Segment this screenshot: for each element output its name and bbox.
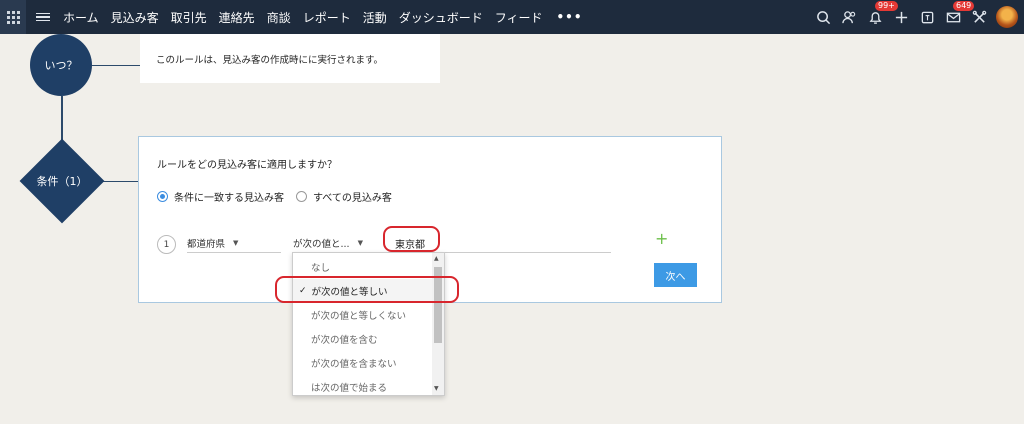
dropdown-option[interactable]: は次の値で始まる: [293, 375, 433, 395]
radio-all-leads-label[interactable]: すべての見込み客: [313, 189, 392, 204]
dropdown-option-label: は次の値で始まる: [311, 383, 388, 394]
radio-all-leads[interactable]: [296, 191, 307, 202]
users-button[interactable]: [836, 0, 862, 34]
operator-select-value: が次の値と...: [293, 239, 350, 250]
condition-number: 1: [157, 235, 176, 254]
app-launcher-button[interactable]: [0, 0, 26, 34]
top-navigation: ホーム 見込み客 取引先 連絡先 商談 レポート 活動 ダッシュボード フィード…: [0, 0, 1024, 34]
dropdown-option-label: が次の値と等しくない: [311, 311, 407, 322]
nav-item-feeds[interactable]: フィード: [495, 9, 543, 26]
highlight-value-field: [383, 226, 440, 252]
scroll-down-icon[interactable]: ▼: [434, 385, 439, 392]
flow-connector-vertical: [61, 96, 63, 142]
menu-icon[interactable]: [36, 12, 50, 22]
caret-down-icon: ▼: [233, 239, 239, 247]
nav-more-button[interactable]: •••: [557, 10, 583, 24]
trigger-info-card: このルールは、見込み客の作成時にに実行されます。: [140, 34, 440, 83]
add-condition-button[interactable]: +: [655, 231, 668, 247]
condition-node[interactable]: 条件（1）: [19, 138, 105, 224]
next-button[interactable]: 次へ: [654, 263, 697, 287]
nav-item-accounts[interactable]: 取引先: [171, 9, 207, 26]
nav-item-deals[interactable]: 商談: [267, 9, 291, 26]
setup-button[interactable]: [966, 0, 992, 34]
grid-icon: [6, 10, 20, 24]
nav-item-home[interactable]: ホーム: [63, 9, 99, 26]
caret-down-icon: ▼: [357, 239, 363, 247]
calendar-button[interactable]: [914, 0, 940, 34]
notifications-button[interactable]: 99+: [862, 0, 898, 34]
dropdown-option-label: が次の値を含む: [311, 335, 378, 346]
field-select-value: 都道府県: [187, 239, 226, 250]
dropdown-option[interactable]: が次の値を含む: [293, 327, 433, 351]
rule-question: ルールをどの見込み客に適用しますか？: [157, 160, 337, 171]
nav-item-dashboard[interactable]: ダッシュボード: [399, 9, 483, 26]
condition-node-label: 条件（1）: [36, 175, 88, 188]
apply-to-radio-group: 条件に一致する見込み客 すべての見込み客: [157, 189, 404, 204]
nav-menu: ホーム 見込み客 取引先 連絡先 商談 レポート 活動 ダッシュボード フィード…: [63, 9, 583, 26]
when-node[interactable]: いつ？: [30, 34, 92, 96]
user-avatar[interactable]: [996, 6, 1018, 28]
nav-toolbar: 99+ 649: [810, 0, 1024, 34]
mail-button[interactable]: 649: [940, 0, 975, 34]
users-icon: [841, 10, 855, 23]
bell-icon: [869, 11, 881, 24]
highlight-selected-option: [275, 276, 459, 303]
flow-connector-when: [92, 65, 140, 66]
search-button[interactable]: [810, 0, 836, 34]
nav-item-activities[interactable]: 活動: [363, 9, 387, 26]
flow-connector-condition: [100, 181, 138, 182]
calendar-icon: [921, 11, 933, 23]
dropdown-option-label: なし: [311, 263, 331, 274]
radio-matching-leads[interactable]: [157, 191, 168, 202]
nav-item-leads[interactable]: 見込み客: [111, 9, 159, 26]
dropdown-option-label: が次の値を含まない: [311, 359, 397, 370]
tools-icon: [972, 10, 986, 23]
operator-dropdown-menu: なし ✓ が次の値と等しい が次の値と等しくない が次の値を含む が次の値を含ま…: [292, 252, 445, 396]
radio-matching-leads-label[interactable]: 条件に一致する見込み客: [174, 189, 284, 204]
search-icon: [816, 10, 830, 24]
add-button[interactable]: [888, 0, 914, 34]
dropdown-scrollbar[interactable]: ▲ ▼: [432, 253, 444, 395]
scroll-up-icon[interactable]: ▲: [434, 255, 439, 262]
plus-icon: [895, 11, 907, 23]
nav-item-reports[interactable]: レポート: [303, 9, 351, 26]
dropdown-option[interactable]: が次の値と等しくない: [293, 303, 433, 327]
nav-item-contacts[interactable]: 連絡先: [219, 9, 255, 26]
trigger-info-text: このルールは、見込み客の作成時にに実行されます。: [156, 55, 384, 66]
field-select[interactable]: 都道府県 ▼: [187, 234, 281, 253]
operator-select[interactable]: が次の値と... ▼: [293, 234, 375, 253]
mail-icon: [946, 12, 960, 22]
dropdown-option[interactable]: が次の値を含まない: [293, 351, 433, 375]
